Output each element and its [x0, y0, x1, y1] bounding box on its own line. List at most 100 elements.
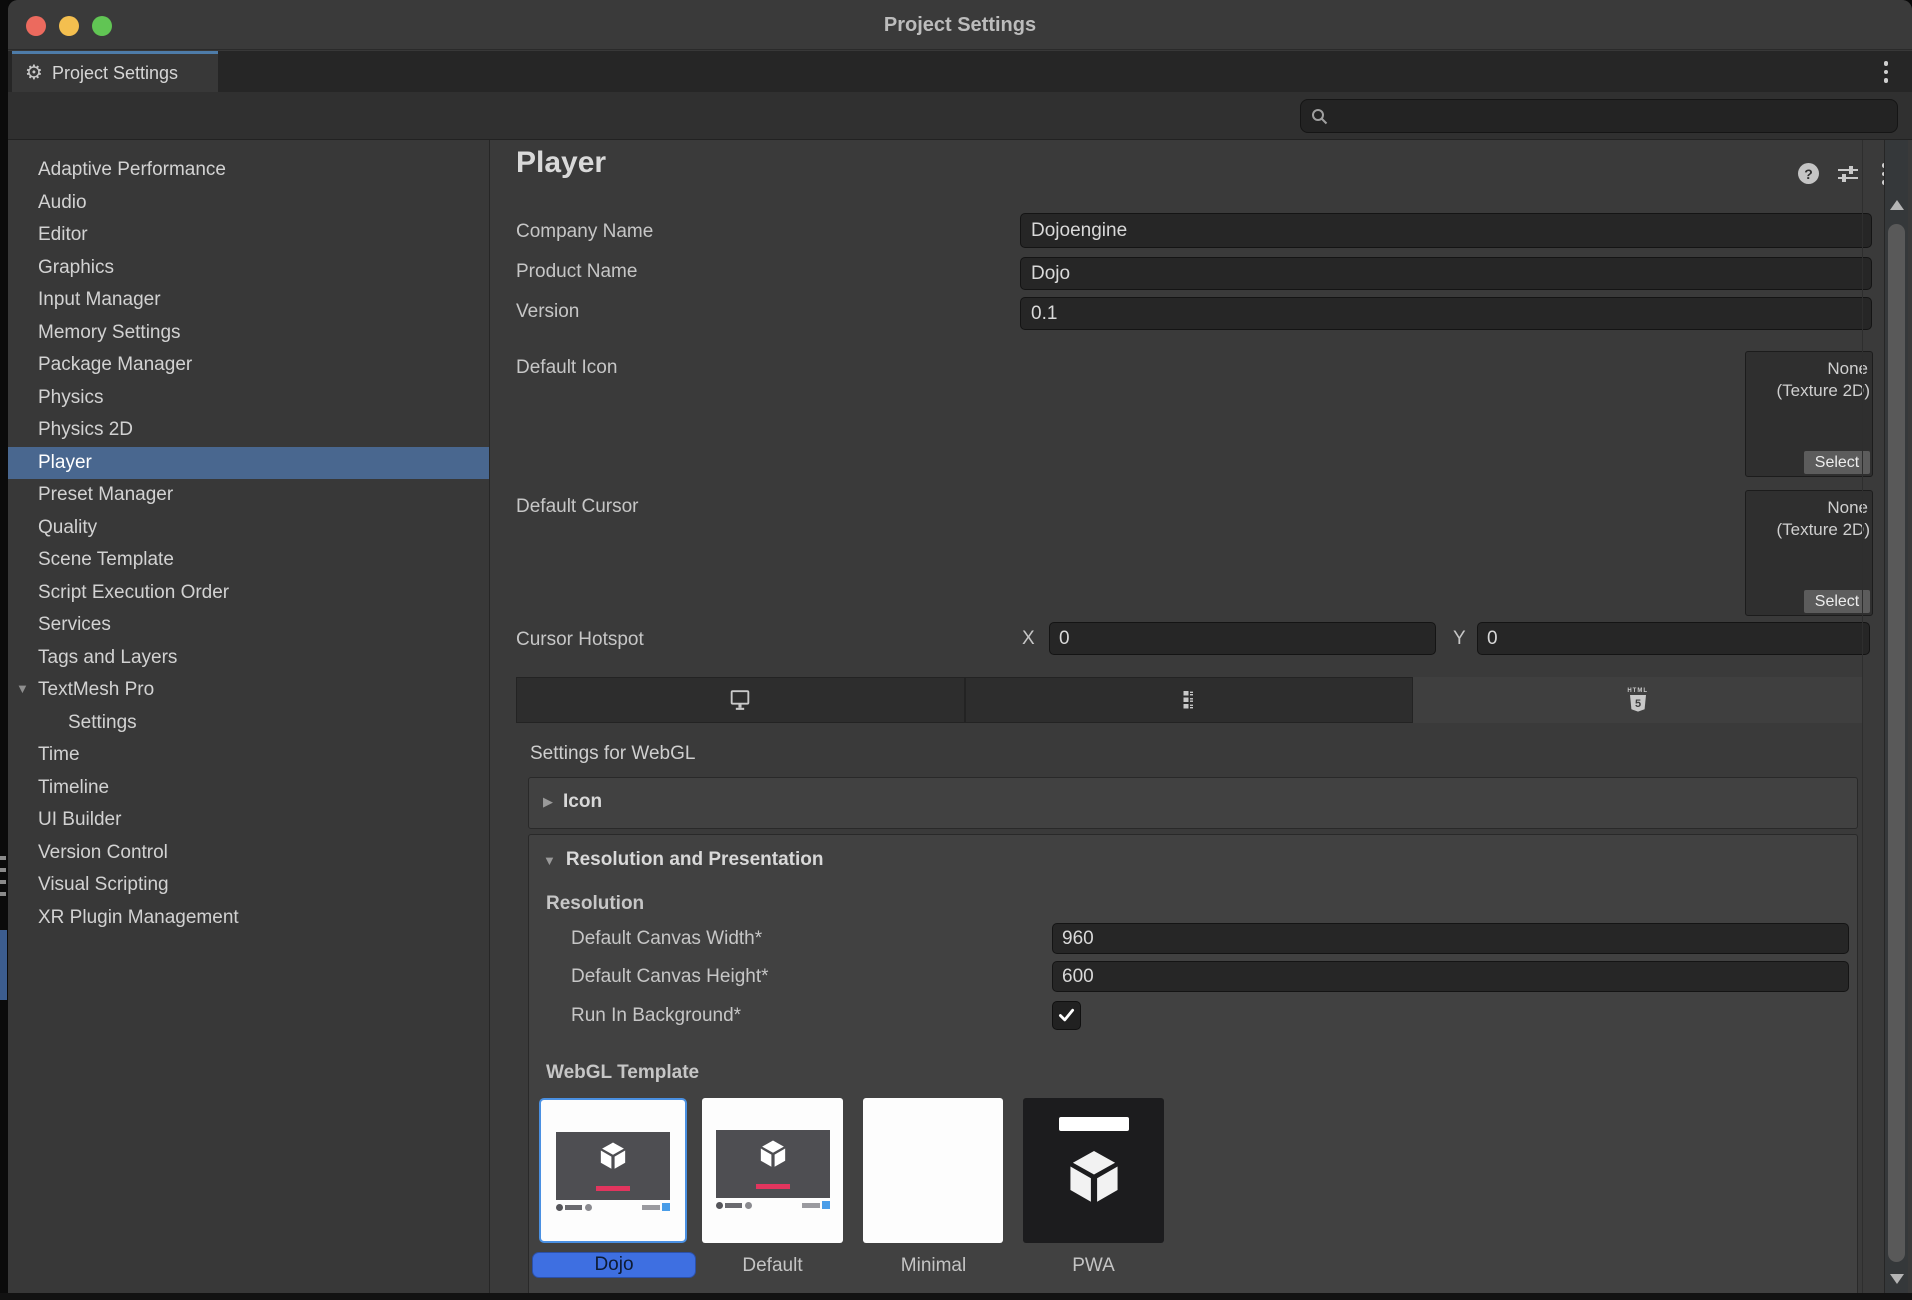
- tab-strip-more-icon[interactable]: [1884, 61, 1889, 83]
- window-title: Project Settings: [8, 0, 1912, 50]
- sidebar-item-textmesh-pro[interactable]: ▼ TextMesh Pro: [8, 674, 489, 707]
- sidebar-item-editor[interactable]: Editor: [8, 219, 489, 252]
- default-icon-select-button[interactable]: Select: [1804, 451, 1870, 474]
- sidebar-item-package-manager[interactable]: Package Manager: [8, 349, 489, 382]
- template-thumbnail: [556, 1132, 670, 1200]
- webgl-template-header: WebGL Template: [546, 1062, 699, 1084]
- cursor-hotspot-y-field[interactable]: 0: [1477, 622, 1870, 655]
- sidebar-item-version-control[interactable]: Version Control: [8, 837, 489, 870]
- sidebar-item-physics[interactable]: Physics: [8, 382, 489, 415]
- company-name-label: Company Name: [516, 221, 653, 243]
- thumbnail-footer-logos: [716, 1201, 830, 1210]
- desktop-monitor-icon: [727, 688, 753, 713]
- template-label-minimal[interactable]: Minimal: [863, 1255, 1004, 1277]
- template-thumbnail: [716, 1130, 830, 1198]
- player-settings-panel: Player ? Company Name Dojoengine Product…: [490, 140, 1912, 1300]
- scroll-down-icon[interactable]: [1890, 1274, 1904, 1284]
- version-label: Version: [516, 301, 579, 323]
- window-titlebar: Project Settings: [8, 0, 1912, 50]
- sidebar-item-input-manager[interactable]: Input Manager: [8, 284, 489, 317]
- product-name-field[interactable]: Dojo: [1020, 257, 1872, 290]
- cursor-hotspot-x-field[interactable]: 0: [1049, 622, 1436, 655]
- page-title: Player: [516, 146, 606, 180]
- default-canvas-width-field[interactable]: 960: [1052, 923, 1849, 954]
- foldout-open-icon[interactable]: ▼: [543, 853, 556, 868]
- default-canvas-height-label: Default Canvas Height*: [571, 966, 769, 988]
- sidebar-item-timeline[interactable]: Timeline: [8, 772, 489, 805]
- icon-section-label: Icon: [563, 791, 602, 813]
- cursor-hotspot-label: Cursor Hotspot: [516, 629, 644, 651]
- template-label-dojo-selected[interactable]: Dojo: [532, 1252, 696, 1278]
- sidebar-item-xr-plugin-management[interactable]: XR Plugin Management: [8, 902, 489, 935]
- unity-logo-icon: [1063, 1146, 1125, 1208]
- cursor-hotspot-y-label: Y: [1453, 628, 1466, 650]
- sidebar-item-time[interactable]: Time: [8, 739, 489, 772]
- background-window-edge: [0, 0, 8, 1300]
- unity-logo-icon: [597, 1140, 629, 1172]
- sidebar-item-script-execution-order[interactable]: Script Execution Order: [8, 577, 489, 610]
- sidebar-item-graphics[interactable]: Graphics: [8, 252, 489, 285]
- default-canvas-height-field[interactable]: 600: [1052, 961, 1849, 992]
- foldout-open-icon[interactable]: ▼: [16, 681, 29, 696]
- company-name-field[interactable]: Dojoengine: [1020, 213, 1872, 248]
- webgl-template-option-minimal[interactable]: [863, 1098, 1003, 1243]
- webgl-template-option-pwa[interactable]: [1023, 1098, 1164, 1243]
- vertical-scrollbar[interactable]: [1884, 140, 1908, 1300]
- search-icon: [1311, 108, 1328, 125]
- icon-section[interactable]: ▶ Icon: [528, 777, 1858, 829]
- sidebar-item-preset-manager[interactable]: Preset Manager: [8, 479, 489, 512]
- sidebar-item-audio[interactable]: Audio: [8, 187, 489, 220]
- default-cursor-select-button[interactable]: Select: [1804, 590, 1870, 613]
- tab-label: Project Settings: [52, 63, 178, 84]
- scrollview-edge: [1862, 140, 1863, 1300]
- sidebar-item-adaptive-performance[interactable]: Adaptive Performance: [8, 154, 489, 187]
- default-cursor-texture-well[interactable]: None (Texture 2D) Select: [1745, 490, 1873, 616]
- version-field[interactable]: 0.1: [1020, 297, 1872, 330]
- template-label-default[interactable]: Default: [702, 1255, 843, 1277]
- resolution-presentation-section: ▼ Resolution and Presentation Resolution…: [528, 834, 1858, 1300]
- server-icon: [1177, 688, 1201, 712]
- sidebar-item-player[interactable]: Player: [8, 447, 489, 480]
- sidebar-item-memory-settings[interactable]: Memory Settings: [8, 317, 489, 350]
- sidebar-item-quality[interactable]: Quality: [8, 512, 489, 545]
- tab-platform-dedicated-server[interactable]: [965, 677, 1414, 723]
- settings-for-platform-header: Settings for WebGL: [530, 743, 695, 765]
- webgl-template-option-dojo[interactable]: [539, 1098, 687, 1243]
- default-cursor-label: Default Cursor: [516, 496, 639, 518]
- project-settings-window: Project Settings ⚙ Project Settings Adap…: [8, 0, 1912, 1300]
- scroll-up-icon[interactable]: [1890, 200, 1904, 210]
- thumbnail-footer-logos: [556, 1203, 670, 1212]
- webgl-template-option-default[interactable]: [702, 1098, 843, 1243]
- platform-tab-bar: HTML 5: [516, 677, 1862, 723]
- sidebar-item-physics-2d[interactable]: Physics 2D: [8, 414, 489, 447]
- window-bottom-edge: [0, 1293, 1912, 1300]
- sidebar-item-scene-template[interactable]: Scene Template: [8, 544, 489, 577]
- presets-icon[interactable]: [1836, 164, 1860, 184]
- html5-icon: HTML 5: [1627, 688, 1648, 714]
- run-in-background-label: Run In Background*: [571, 1005, 741, 1027]
- resolution-presentation-header[interactable]: ▼ Resolution and Presentation: [543, 849, 823, 871]
- editor-tab-strip: ⚙ Project Settings: [8, 51, 1912, 92]
- default-canvas-width-label: Default Canvas Width*: [571, 928, 762, 950]
- tab-platform-desktop[interactable]: [516, 677, 965, 723]
- run-in-background-checkbox[interactable]: [1052, 1001, 1081, 1030]
- default-icon-texture-well[interactable]: None (Texture 2D) Select: [1745, 351, 1873, 477]
- search-field[interactable]: [1300, 99, 1898, 133]
- svg-text:5: 5: [1635, 698, 1641, 710]
- sidebar-item-ui-builder[interactable]: UI Builder: [8, 804, 489, 837]
- gear-icon: ⚙: [25, 63, 43, 83]
- unity-logo-icon: [757, 1138, 789, 1170]
- foldout-collapsed-icon[interactable]: ▶: [543, 794, 553, 810]
- sidebar-item-tags-and-layers[interactable]: Tags and Layers: [8, 642, 489, 675]
- search-input[interactable]: [1335, 105, 1887, 128]
- sidebar-item-textmesh-pro-settings[interactable]: Settings: [8, 707, 489, 740]
- pwa-address-bar: [1059, 1117, 1129, 1131]
- tab-project-settings[interactable]: ⚙ Project Settings: [12, 51, 218, 92]
- sidebar-item-visual-scripting[interactable]: Visual Scripting: [8, 869, 489, 902]
- sidebar-item-services[interactable]: Services: [8, 609, 489, 642]
- scrollbar-thumb[interactable]: [1888, 224, 1905, 1262]
- cursor-hotspot-x-label: X: [1022, 628, 1035, 650]
- help-icon[interactable]: ?: [1798, 163, 1819, 184]
- tab-platform-webgl[interactable]: HTML 5: [1413, 677, 1862, 723]
- template-label-pwa[interactable]: PWA: [1023, 1255, 1164, 1277]
